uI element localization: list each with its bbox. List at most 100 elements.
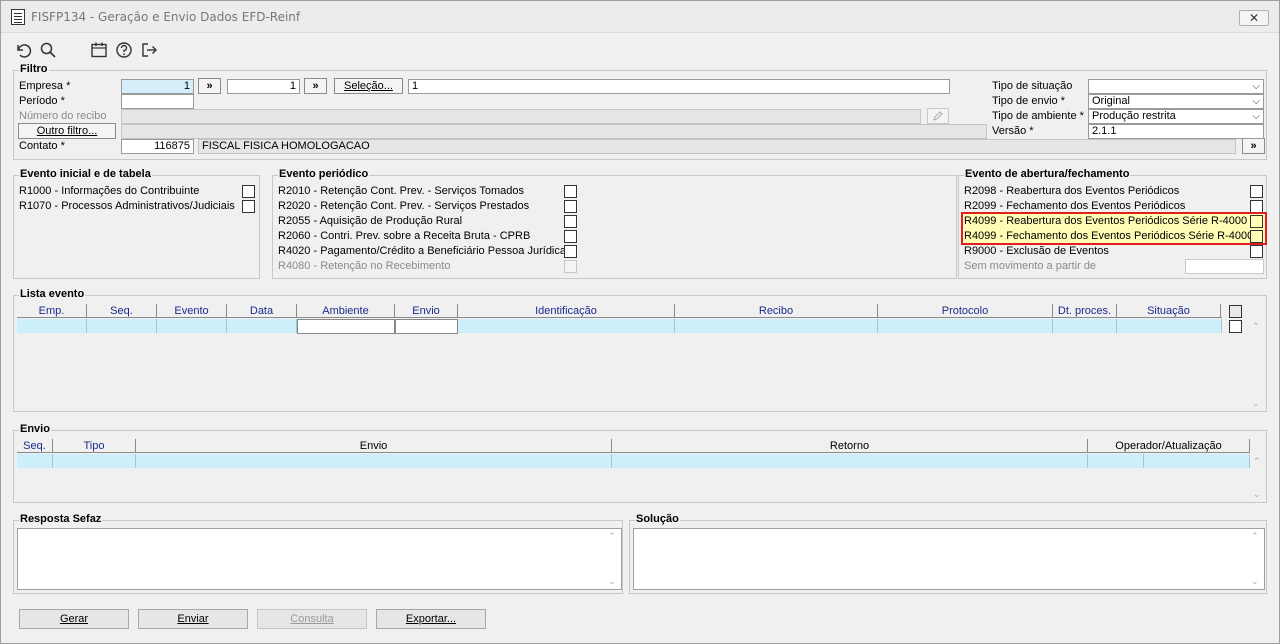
scroll-down-icon[interactable]: ⌄ bbox=[1253, 489, 1261, 500]
evento-r2010-checkbox[interactable] bbox=[564, 185, 577, 198]
exit-icon[interactable] bbox=[140, 41, 158, 59]
evento-inicial-title: Evento inicial e de tabela bbox=[19, 168, 152, 180]
evento-r2060-label: R2060 - Contri. Prev. sobre a Receita Br… bbox=[278, 230, 531, 242]
evento-r2099-label: R2099 - Fechamento dos Eventos Periódico… bbox=[964, 200, 1186, 212]
col-dt-proces[interactable]: Dt. proces. bbox=[1053, 304, 1117, 318]
evento-r2055-checkbox[interactable] bbox=[564, 215, 577, 228]
solucao-scrollbar[interactable]: ⌃ ⌄ bbox=[1249, 531, 1263, 587]
empresa-from-input[interactable]: 1 bbox=[121, 79, 194, 94]
table-cell bbox=[87, 319, 157, 333]
scroll-down-icon[interactable]: ⌄ bbox=[1252, 398, 1260, 409]
table-row[interactable] bbox=[17, 454, 1250, 468]
solucao-textarea[interactable]: ⌃ ⌄ bbox=[633, 528, 1265, 590]
recibo-input bbox=[121, 109, 921, 124]
col-envio-retorno[interactable]: Retorno bbox=[612, 439, 1088, 453]
evento-r2060-checkbox[interactable] bbox=[564, 230, 577, 243]
versao-label: Versão * bbox=[992, 125, 1034, 137]
evento-r2055-label: R2055 - Aquisição de Produção Rural bbox=[278, 215, 463, 227]
tipo-envio-select[interactable]: Original ⌵ bbox=[1088, 94, 1264, 109]
table-cell bbox=[458, 319, 675, 333]
empresa-lookup-button[interactable]: » bbox=[198, 78, 221, 94]
col-envio[interactable]: Envio bbox=[395, 304, 458, 318]
filtro-title: Filtro bbox=[19, 63, 49, 75]
row-checkbox[interactable] bbox=[1229, 320, 1242, 333]
table-cell bbox=[17, 319, 87, 333]
table-row[interactable] bbox=[17, 319, 1222, 334]
envio-cell-input[interactable] bbox=[395, 319, 458, 334]
resposta-scrollbar[interactable]: ⌃ ⌄ bbox=[606, 531, 620, 587]
col-situacao[interactable]: Situação bbox=[1117, 304, 1221, 318]
contato-code-input[interactable]: 116875 bbox=[121, 139, 194, 154]
evento-r2098-checkbox[interactable] bbox=[1250, 185, 1263, 198]
table-cell bbox=[612, 454, 1088, 468]
tipo-ambiente-select[interactable]: Produção restrita ⌵ bbox=[1088, 109, 1264, 124]
tipo-ambiente-value: Produção restrita bbox=[1092, 110, 1176, 122]
outro-filtro-button[interactable]: Outro filtro... bbox=[18, 123, 116, 139]
resposta-textarea[interactable]: ⌃ ⌄ bbox=[17, 528, 622, 590]
evento-r1000-checkbox[interactable] bbox=[242, 185, 255, 198]
evento-r2010-label: R2010 - Retenção Cont. Prev. - Serviços … bbox=[278, 185, 524, 197]
sem-movimento-input[interactable] bbox=[1185, 259, 1264, 274]
enviar-button[interactable]: Enviar bbox=[138, 609, 248, 629]
col-envio-operador[interactable]: Operador/Atualização bbox=[1088, 439, 1250, 453]
tipo-situacao-label: Tipo de situação bbox=[992, 80, 1073, 92]
table-cell bbox=[1117, 319, 1222, 333]
col-envio-tipo[interactable]: Tipo bbox=[53, 439, 136, 453]
col-recibo[interactable]: Recibo bbox=[675, 304, 878, 318]
empresa-to-lookup-button[interactable]: » bbox=[304, 78, 327, 94]
col-data[interactable]: Data bbox=[227, 304, 297, 318]
evento-r9000-checkbox[interactable] bbox=[1250, 245, 1263, 258]
resposta-title: Resposta Sefaz bbox=[19, 513, 103, 525]
exportar-button[interactable]: Exportar... bbox=[376, 609, 486, 629]
col-emp[interactable]: Emp. bbox=[17, 304, 87, 318]
evento-r1070-checkbox[interactable] bbox=[242, 200, 255, 213]
col-ambiente[interactable]: Ambiente bbox=[297, 304, 395, 318]
table-cell bbox=[53, 454, 136, 468]
calendar-icon[interactable] bbox=[90, 41, 108, 59]
search-icon[interactable] bbox=[39, 41, 57, 59]
col-envio-envio[interactable]: Envio bbox=[136, 439, 612, 453]
enviar-label: Enviar bbox=[177, 613, 209, 625]
lista-evento-scrollbar[interactable]: ⌃ ⌄ bbox=[1250, 321, 1264, 409]
envio-scrollbar[interactable]: ⌃ ⌄ bbox=[1251, 456, 1265, 500]
col-evento[interactable]: Evento bbox=[157, 304, 227, 318]
evento-r4020-checkbox[interactable] bbox=[564, 245, 577, 258]
col-identificacao[interactable]: Identificação bbox=[458, 304, 675, 318]
evento-r2020-checkbox[interactable] bbox=[564, 200, 577, 213]
close-button[interactable]: ✕ bbox=[1239, 10, 1269, 26]
evento-r9000-label: R9000 - Exclusão de Eventos bbox=[964, 245, 1109, 257]
ambiente-cell-input[interactable] bbox=[297, 319, 395, 334]
scroll-up-icon[interactable]: ⌃ bbox=[1252, 321, 1260, 332]
periodo-input[interactable] bbox=[121, 94, 194, 109]
col-envio-seq[interactable]: Seq. bbox=[17, 439, 53, 453]
r4099-red-box bbox=[961, 212, 1267, 245]
versao-input[interactable]: 2.1.1 bbox=[1088, 124, 1264, 139]
contato-lookup-button[interactable]: » bbox=[1242, 138, 1265, 154]
scroll-down-icon[interactable]: ⌄ bbox=[1251, 576, 1259, 587]
outro-filtro-value bbox=[121, 124, 987, 139]
select-all-checkbox[interactable] bbox=[1229, 305, 1242, 318]
evento-r4080-label: R4080 - Retenção no Recebimento bbox=[278, 260, 451, 272]
outro-filtro-label: Outro filtro... bbox=[36, 125, 98, 137]
document-icon bbox=[11, 9, 25, 25]
evento-r1000-label: R1000 - Informações do Contribuinte bbox=[19, 185, 200, 197]
gerar-button[interactable]: Gerar bbox=[19, 609, 129, 629]
scroll-up-icon[interactable]: ⌃ bbox=[1253, 456, 1261, 467]
scroll-up-icon[interactable]: ⌃ bbox=[1251, 531, 1259, 542]
tipo-situacao-select[interactable]: ⌵ bbox=[1088, 79, 1264, 94]
envio-header: Seq. Tipo Envio Retorno Operador/Atualiz… bbox=[17, 439, 1250, 453]
help-icon[interactable] bbox=[115, 41, 133, 59]
table-cell bbox=[1144, 454, 1250, 468]
col-seq[interactable]: Seq. bbox=[87, 304, 157, 318]
scroll-up-icon[interactable]: ⌃ bbox=[608, 531, 616, 542]
undo-icon[interactable] bbox=[14, 41, 32, 59]
selecao-button[interactable]: Seleção... bbox=[334, 78, 403, 94]
table-cell bbox=[1053, 319, 1117, 333]
selecao-value-input[interactable]: 1 bbox=[408, 79, 950, 94]
empresa-to-input[interactable]: 1 bbox=[227, 79, 300, 94]
evento-r2098-label: R2098 - Reabertura dos Eventos Periódico… bbox=[964, 185, 1180, 197]
col-protocolo[interactable]: Protocolo bbox=[878, 304, 1053, 318]
evento-r2020-label: R2020 - Retenção Cont. Prev. - Serviços … bbox=[278, 200, 530, 212]
table-cell bbox=[227, 319, 297, 333]
scroll-down-icon[interactable]: ⌄ bbox=[608, 576, 616, 587]
